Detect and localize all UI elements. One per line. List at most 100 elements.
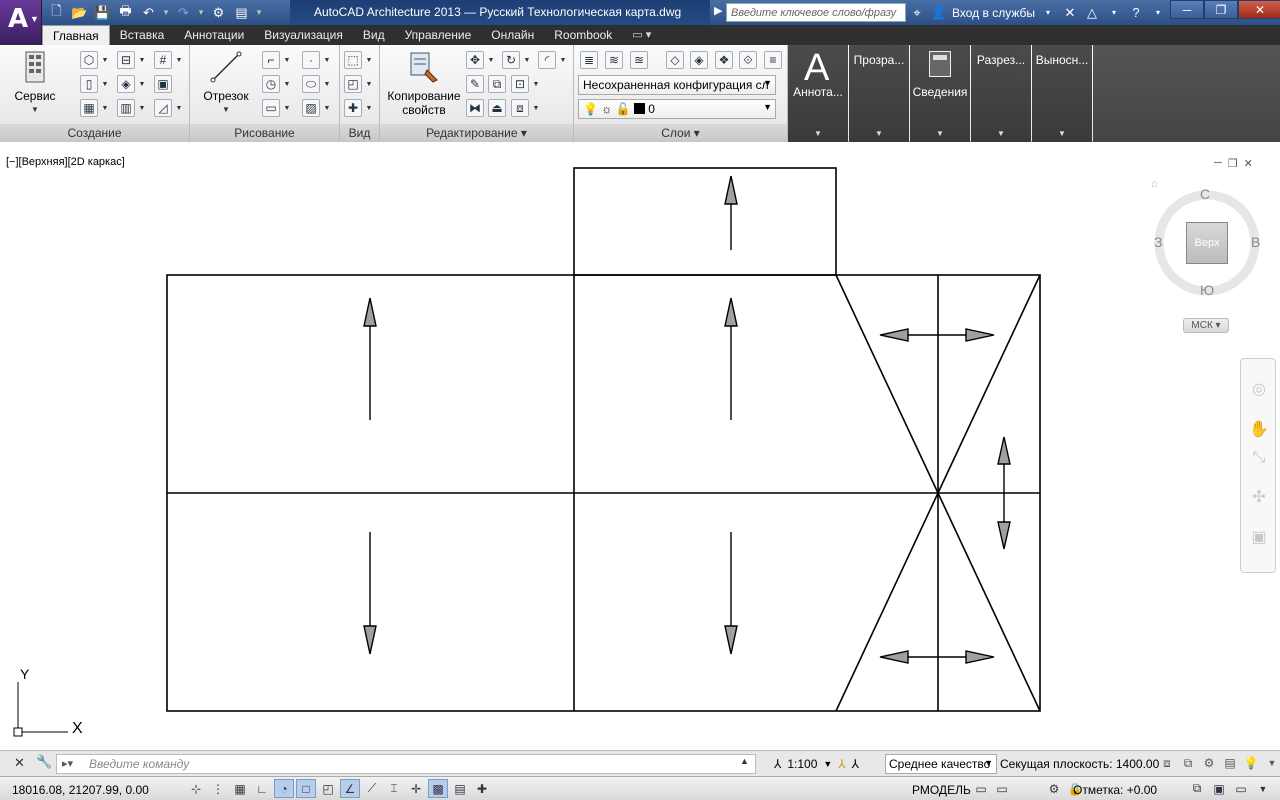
zoom-icon[interactable]: ✚ (344, 99, 362, 117)
panel-transparency[interactable]: Прозра... ▼ (849, 45, 909, 142)
print-icon[interactable]: 🖶 (115, 3, 136, 23)
grid-icon[interactable]: # (154, 51, 172, 69)
chevron-down-icon[interactable]: ▾ (1105, 3, 1123, 23)
tab-annotate[interactable]: Аннотации (174, 25, 254, 45)
service-button[interactable]: Сервис ▼ (6, 49, 64, 117)
offset-icon[interactable]: ⏏ (488, 99, 506, 117)
tab-home[interactable]: Главная (42, 25, 110, 45)
tab-render[interactable]: Визуализация (254, 25, 353, 45)
expand-right-icon[interactable]: ▶ (714, 4, 722, 17)
zoom-extents-icon[interactable]: ⤡ (1249, 449, 1269, 469)
undo-icon[interactable]: ↶ (138, 3, 159, 23)
close-icon[interactable]: ✕ (14, 755, 25, 771)
layer-isolate-icon[interactable]: ◇ (666, 51, 684, 69)
copy-icon[interactable]: ⧉ (488, 75, 506, 93)
grid-display-icon[interactable]: ▦ (230, 779, 250, 798)
layer-combo[interactable]: 💡 ☼ 🔓 0 ▼ (578, 99, 776, 119)
clean-screen-icon[interactable]: ▢ (1276, 779, 1280, 798)
ellipse-icon[interactable]: ⬭ (302, 75, 320, 93)
orbit-icon[interactable]: ✣ (1249, 487, 1269, 507)
tab-roombook[interactable]: Roombook (544, 25, 622, 45)
chevron-down-icon[interactable]: ▼ (365, 75, 373, 93)
visual-style-icon[interactable]: ◰ (344, 75, 362, 93)
panel-info[interactable]: Сведения ▼ (910, 45, 970, 142)
chevron-down-icon[interactable]: ▼ (532, 99, 540, 117)
fillet-icon[interactable]: ◜ (538, 51, 556, 69)
transparency-icon[interactable]: ▩ (428, 779, 448, 798)
close-icon[interactable]: ✕ (1244, 157, 1253, 170)
annotation-scale[interactable]: ⅄ 1:100 ▼ ⅄ ⅄ (774, 754, 859, 774)
rectangle-icon[interactable]: ▭ (262, 99, 280, 117)
panel-section[interactable]: Разрез... ▼ (971, 45, 1031, 142)
dynamic-ucs-icon[interactable]: ⟋ (362, 779, 382, 798)
chevron-up-icon[interactable]: ▲ (740, 756, 749, 766)
window-icon[interactable]: ⊟ (117, 51, 135, 69)
chevron-down-icon[interactable]: ▼ (559, 51, 567, 69)
properties-icon[interactable]: ▤ (231, 3, 252, 23)
space-icon[interactable]: ▦ (80, 99, 98, 117)
chevron-down-icon[interactable]: ▼ (532, 75, 540, 93)
chevron-down-icon[interactable]: ▼ (1263, 754, 1280, 772)
tab-manage[interactable]: Управление (395, 25, 482, 45)
restore-icon[interactable]: ❐ (1204, 0, 1238, 19)
command-input[interactable] (56, 754, 756, 774)
panel-title-modify[interactable]: Редактирование ▾ (380, 124, 573, 142)
model-space-label[interactable]: РМОДЕЛЬ (912, 783, 971, 797)
user-icon[interactable]: 👤 (930, 3, 948, 23)
minimize-icon[interactable]: ─ (1214, 157, 1222, 170)
isolate-objects-icon[interactable]: ⚙ (1200, 754, 1218, 772)
steering-wheel-icon[interactable]: ◎ (1249, 379, 1269, 399)
layout-icon[interactable]: ▭ (993, 779, 1011, 798)
chevron-down-icon[interactable]: ▼ (365, 51, 373, 69)
surface-hatch-icon[interactable]: ⧈ (1158, 754, 1176, 772)
door-icon[interactable]: ▯ (80, 75, 98, 93)
layer-lock-icon[interactable]: ⟐ (739, 51, 757, 69)
restore-icon[interactable]: ❐ (1228, 157, 1238, 170)
wall-icon[interactable]: ⬡ (80, 51, 98, 69)
viewport-controls-label[interactable]: [−][Верхняя][2D каркас] (6, 156, 125, 168)
layer-properties-icon[interactable]: ≣ (580, 51, 598, 69)
cut-plane-value[interactable]: Секущая плоскость: 1400.00 (1000, 757, 1159, 771)
polar-tracking-icon[interactable]: ◔ (274, 779, 294, 798)
ribbon-display-toggle-icon[interactable]: ▭ ▾ (622, 25, 661, 45)
chevron-down-icon[interactable]: ▼ (138, 51, 146, 69)
chevron-down-icon[interactable]: ▾ (1149, 3, 1167, 23)
line-button[interactable]: Отрезок ▼ (198, 49, 254, 117)
exchange-icon[interactable]: ✕ (1061, 3, 1079, 23)
rotate-icon[interactable]: ↻ (502, 51, 520, 69)
cursor-coordinates[interactable]: 18016.08, 21207.99, 0.00 (12, 783, 149, 797)
view-cube[interactable]: С Ю З В ⌂ Верх (1150, 178, 1264, 298)
chevron-down-icon[interactable]: ▼ (175, 99, 183, 117)
chevron-down-icon[interactable]: ▼ (283, 75, 291, 93)
stair-icon[interactable]: ◈ (117, 75, 135, 93)
object-tracking-icon[interactable]: ∠ (340, 779, 360, 798)
lineweight-icon[interactable]: ✛ (406, 779, 426, 798)
polyline-icon[interactable]: ⌐ (262, 51, 280, 69)
chevron-down-icon[interactable]: ▼ (138, 99, 146, 117)
new-file-icon[interactable]: 🗋 (46, 3, 67, 23)
home-icon[interactable]: ⌂ (1151, 178, 1158, 190)
undo-dropdown-icon[interactable]: ▾ (161, 7, 171, 18)
compass-south[interactable]: Ю (1200, 282, 1214, 298)
lightbulb-icon[interactable]: 💡 (1242, 754, 1260, 772)
model-icon[interactable]: ▭ (972, 779, 990, 798)
annotation-autoscale-icon[interactable]: ⅄ (852, 757, 859, 771)
column-icon[interactable]: ▣ (154, 75, 172, 93)
layer-state-combo[interactable]: Несохраненная конфигурация сл ▼ (578, 75, 776, 95)
save-icon[interactable]: 💾 (92, 3, 113, 23)
hatch-icon[interactable]: ▨ (302, 99, 320, 117)
help-icon[interactable]: ? (1127, 3, 1145, 23)
snap-icon[interactable]: ⋮ (208, 779, 228, 798)
chevron-down-icon[interactable]: ▼ (283, 51, 291, 69)
chevron-down-icon[interactable]: ▼ (523, 51, 531, 69)
compass-east[interactable]: В (1251, 234, 1260, 250)
redo-icon[interactable]: ↷ (173, 3, 194, 23)
hardware-acceleration-icon[interactable]: ▭ (1232, 779, 1250, 798)
binoculars-icon[interactable]: ⌖ (908, 3, 926, 23)
sign-in-label[interactable]: Вход в службы (952, 6, 1035, 20)
close-icon[interactable]: ✕ (1238, 0, 1280, 19)
panel-title-layers[interactable]: Слои ▾ (574, 124, 787, 142)
chevron-down-icon[interactable]: ▼ (365, 99, 373, 117)
panel-callout[interactable]: Выносн... ▼ (1032, 45, 1092, 142)
array-icon[interactable]: ⧈ (511, 99, 529, 117)
